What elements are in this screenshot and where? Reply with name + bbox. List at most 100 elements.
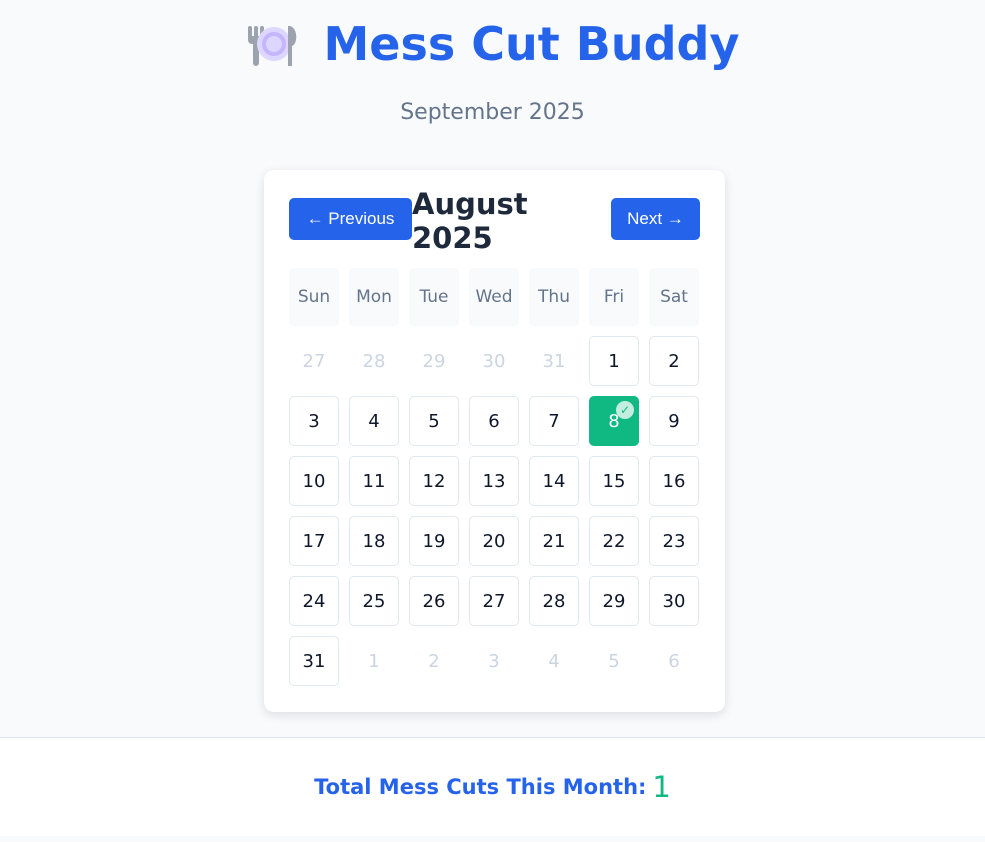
summary-bar: Total Mess Cuts This Month: 1 xyxy=(0,737,985,836)
calendar-day-number: 5 xyxy=(608,650,620,672)
calendar-day-number: 24 xyxy=(302,590,326,612)
weekday-wed: Wed xyxy=(469,268,519,326)
calendar-day-number: 3 xyxy=(308,410,320,432)
calendar-day-number: 13 xyxy=(482,470,506,492)
calendar-day[interactable]: 10 xyxy=(289,456,339,506)
current-month-label: September 2025 xyxy=(400,100,585,125)
calendar-day-number: 31 xyxy=(302,650,326,672)
calendar-day-outside: 6 xyxy=(649,636,699,686)
calendar-day-outside: 31 xyxy=(529,336,579,386)
calendar-card: ← Previous August 2025 Next → Sun Mon Tu… xyxy=(264,170,725,712)
calendar-day-number: 3 xyxy=(488,650,500,672)
calendar-day[interactable]: 23 xyxy=(649,516,699,566)
calendar-day-number: 18 xyxy=(362,530,386,552)
calendar-day-number: 5 xyxy=(428,410,440,432)
calendar-day[interactable]: 16 xyxy=(649,456,699,506)
weekday-fri: Fri xyxy=(589,268,639,326)
calendar-day[interactable]: 2 xyxy=(649,336,699,386)
calendar-day[interactable]: 6 xyxy=(469,396,519,446)
calendar-day-number: 25 xyxy=(362,590,386,612)
calendar-day-number: 11 xyxy=(362,470,386,492)
calendar-day[interactable]: 3 xyxy=(289,396,339,446)
calendar-day-cut[interactable]: 8 ✓ xyxy=(589,396,639,446)
app-title: Mess Cut Buddy xyxy=(323,17,740,71)
calendar-day-outside: 1 xyxy=(349,636,399,686)
weekday-sat: Sat xyxy=(649,268,699,326)
calendar-day[interactable]: 22 xyxy=(589,516,639,566)
calendar-day[interactable]: 9 xyxy=(649,396,699,446)
calendar-day[interactable]: 18 xyxy=(349,516,399,566)
weekday-mon: Mon xyxy=(349,268,399,326)
calendar-day-outside: 29 xyxy=(409,336,459,386)
calendar-day-number: 22 xyxy=(602,530,626,552)
next-month-button[interactable]: Next → xyxy=(611,198,700,240)
calendar-day-number: 7 xyxy=(548,410,560,432)
calendar-day-number: 29 xyxy=(422,350,446,372)
calendar-day[interactable]: 30 xyxy=(649,576,699,626)
calendar-day[interactable]: 29 xyxy=(589,576,639,626)
calendar-day-number: 23 xyxy=(662,530,686,552)
calendar-day-number: 6 xyxy=(488,410,500,432)
calendar-days-grid: 27 28 29 30 31 1 2 3 4 5 6 7 8 ✓ 9 10 11 12 13 14 15 16 17 18 19… xyxy=(289,336,699,686)
calendar-day-number: 19 xyxy=(422,530,446,552)
calendar-day-number: 21 xyxy=(542,530,566,552)
calendar-day-number: 20 xyxy=(482,530,506,552)
weekday-tue: Tue xyxy=(409,268,459,326)
weekday-thu: Thu xyxy=(529,268,579,326)
calendar-day[interactable]: 14 xyxy=(529,456,579,506)
calendar-day-number: 31 xyxy=(542,350,566,372)
calendar-day[interactable]: 7 xyxy=(529,396,579,446)
calendar-day-number: 2 xyxy=(668,350,680,372)
calendar-day-number: 28 xyxy=(542,590,566,612)
calendar-day[interactable]: 20 xyxy=(469,516,519,566)
calendar-month-title: August 2025 xyxy=(412,187,528,255)
calendar-day-number: 2 xyxy=(428,650,440,672)
calendar-day-outside: 28 xyxy=(349,336,399,386)
calendar-day[interactable]: 4 xyxy=(349,396,399,446)
calendar-day[interactable]: 13 xyxy=(469,456,519,506)
calendar-day[interactable]: 5 xyxy=(409,396,459,446)
calendar-day-number: 30 xyxy=(662,590,686,612)
check-icon: ✓ xyxy=(616,401,634,419)
calendar-day[interactable]: 24 xyxy=(289,576,339,626)
calendar-day-number: 17 xyxy=(302,530,326,552)
calendar-day-number: 27 xyxy=(482,590,506,612)
plate-cutlery-icon xyxy=(246,18,302,70)
calendar-day[interactable]: 19 xyxy=(409,516,459,566)
calendar-day-number: 28 xyxy=(362,350,386,372)
calendar-day-outside: 27 xyxy=(289,336,339,386)
calendar-day[interactable]: 26 xyxy=(409,576,459,626)
calendar-day-number: 1 xyxy=(368,650,380,672)
calendar-day[interactable]: 15 xyxy=(589,456,639,506)
weekday-sun: Sun xyxy=(289,268,339,326)
total-cuts-label: Total Mess Cuts This Month: xyxy=(314,775,647,799)
calendar-day-number: 4 xyxy=(368,410,380,432)
calendar-day-outside: 5 xyxy=(589,636,639,686)
calendar-day-outside: 30 xyxy=(469,336,519,386)
calendar-day-number: 4 xyxy=(548,650,560,672)
total-cuts-value: 1 xyxy=(652,770,671,804)
calendar-day-number: 14 xyxy=(542,470,566,492)
calendar-day-number: 30 xyxy=(482,350,506,372)
calendar-day[interactable]: 31 xyxy=(289,636,339,686)
calendar-day-number: 9 xyxy=(668,410,680,432)
calendar-day-number: 26 xyxy=(422,590,446,612)
calendar-day-number: 16 xyxy=(662,470,686,492)
calendar-day[interactable]: 21 xyxy=(529,516,579,566)
calendar-day-number: 6 xyxy=(668,650,680,672)
calendar-day-outside: 3 xyxy=(469,636,519,686)
calendar-day[interactable]: 11 xyxy=(349,456,399,506)
weekday-header: Sun Mon Tue Wed Thu Fri Sat xyxy=(289,268,699,326)
calendar-day-outside: 4 xyxy=(529,636,579,686)
previous-month-button[interactable]: ← Previous xyxy=(289,198,412,240)
calendar-day-number: 29 xyxy=(602,590,626,612)
calendar-day[interactable]: 25 xyxy=(349,576,399,626)
calendar-day[interactable]: 1 xyxy=(589,336,639,386)
calendar-day[interactable]: 28 xyxy=(529,576,579,626)
calendar-day-number: 10 xyxy=(302,470,326,492)
calendar-day[interactable]: 17 xyxy=(289,516,339,566)
calendar-day[interactable]: 12 xyxy=(409,456,459,506)
calendar-day-number: 15 xyxy=(602,470,626,492)
calendar-day-number: 1 xyxy=(608,350,620,372)
calendar-day[interactable]: 27 xyxy=(469,576,519,626)
